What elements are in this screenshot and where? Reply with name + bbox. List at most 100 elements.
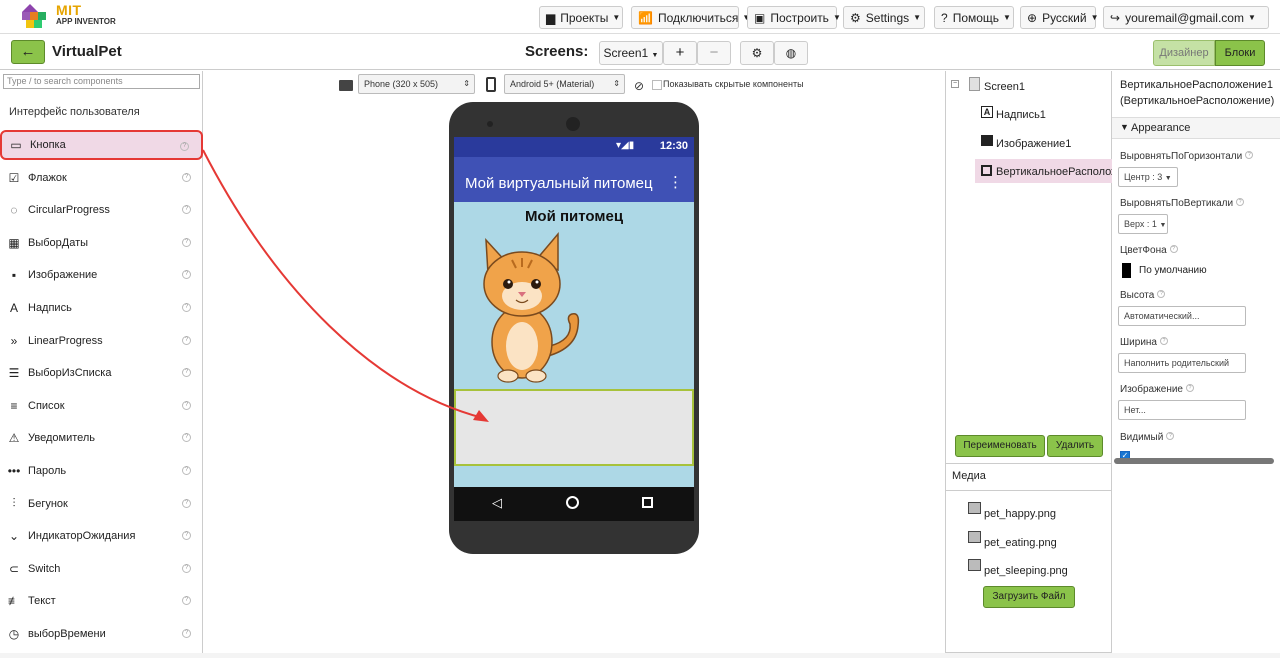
height-input[interactable]: Автоматический...	[1118, 306, 1246, 326]
nav-back-icon[interactable]: ◁	[492, 495, 502, 511]
phone-speaker	[566, 117, 580, 131]
properties-scrollbar[interactable]	[1114, 458, 1274, 464]
menu-connect[interactable]: 📶Подключиться▼	[631, 6, 750, 29]
updown-icon: ⇕	[613, 79, 620, 88]
palette-item-1[interactable]: ▭ Кнопка?	[0, 130, 203, 160]
preview-button[interactable]: ◍	[774, 41, 808, 65]
menu-help[interactable]: ? Помощь ▼	[934, 6, 1014, 29]
palette-item-5[interactable]: ▪ Изображение?	[0, 260, 203, 290]
menu-projects[interactable]: ▆ Проекты ▼	[539, 6, 623, 29]
palette-item-16[interactable]: ◷ выборВремени?	[0, 619, 203, 649]
help-icon[interactable]: ?	[182, 400, 191, 410]
help-icon[interactable]: ?	[180, 142, 189, 151]
palette-item-11[interactable]: ••• Пароль?	[0, 456, 203, 486]
help-icon[interactable]: ?	[182, 205, 191, 215]
help-icon[interactable]: ?	[182, 629, 191, 638]
calendar-icon: ▦	[8, 235, 20, 250]
align-h-select[interactable]: Центр : 3 ▼	[1118, 167, 1178, 187]
help-icon[interactable]: ?	[182, 172, 191, 182]
palette-item-7[interactable]: » LinearProgress?	[0, 326, 203, 356]
help-icon[interactable]: ?	[182, 563, 191, 573]
help-icon[interactable]: ?	[182, 466, 191, 475]
screen-icon	[969, 77, 980, 91]
help-icon[interactable]: ?	[182, 531, 191, 541]
bgcolor-label: ЦветФона	[1120, 245, 1167, 256]
palette-item-3[interactable]: ◌ CircularProgress?	[0, 195, 203, 225]
menu-connect-label: Подключиться	[657, 10, 739, 25]
phone-size-select[interactable]: Phone (320 x 505) ⇕	[358, 74, 475, 94]
palette-item-label: ВыборДаты	[28, 236, 89, 249]
media-title: Медиа	[952, 470, 986, 482]
tree-item-vertical-arrangement: ВертикальноеРасположение1	[996, 166, 1112, 178]
help-icon[interactable]: ?	[182, 433, 191, 443]
tree-root-screen1[interactable]: Screen1	[984, 81, 1025, 93]
theme-value: Android 5+ (Material)	[510, 79, 595, 89]
help-icon[interactable]: ?	[1157, 290, 1166, 298]
palette-item-12[interactable]: ⫶ Бегунок?	[0, 489, 203, 519]
palette-item-2[interactable]: ☑ Флажок?	[0, 163, 203, 193]
help-icon[interactable]: ?	[182, 596, 191, 606]
add-screen-button[interactable]: +	[663, 41, 697, 65]
nav-home-icon[interactable]	[566, 496, 579, 509]
upload-file-button[interactable]: Загрузить Файл	[983, 586, 1075, 608]
project-properties-button[interactable]: ⚙	[740, 41, 774, 65]
align-h-label: ВыровнятьПоГоризонтали	[1120, 151, 1243, 162]
palette-section-title[interactable]: Интерфейс пользователя	[9, 106, 140, 118]
tree-item-image1[interactable]: Изображение1	[996, 138, 1071, 150]
rename-button[interactable]: Переименовать	[955, 435, 1045, 457]
palette-item-8[interactable]: ☰ ВыборИзСписка?	[0, 358, 203, 388]
designer-button[interactable]: Дизайнер	[1153, 40, 1215, 66]
media-file-item[interactable]: pet_eating.png	[984, 537, 1057, 549]
align-h-value: Центр : 3	[1124, 172, 1163, 182]
screen-select-value: Screen1	[603, 46, 649, 60]
back-button[interactable]: ←	[11, 40, 45, 64]
align-v-select[interactable]: Верх : 1 ▼	[1118, 214, 1168, 234]
menu-build[interactable]: ▣ Построить ▼	[747, 6, 841, 29]
help-icon[interactable]: ?	[1169, 245, 1178, 253]
mit-app-inventor-logo[interactable]: MIT APP INVENTOR	[20, 2, 130, 30]
palette-item-9[interactable]: ≡ Список?	[0, 391, 203, 421]
image-prop-input[interactable]: Нет...	[1118, 400, 1246, 420]
help-icon[interactable]: ?	[1186, 384, 1194, 392]
component-search-input[interactable]: Type / to search components	[3, 74, 200, 89]
menu-account-label: youremail@gmail.com	[1125, 10, 1244, 25]
delete-button[interactable]: Удалить	[1047, 435, 1103, 457]
tree-item-selected-row[interactable]: ВертикальноеРасположение1	[975, 159, 1112, 183]
blocks-button[interactable]: Блоки	[1215, 40, 1265, 66]
palette-item-15[interactable]: ≢ Текст?	[0, 586, 203, 616]
menu-settings[interactable]: ⚙ Settings ▼	[843, 6, 925, 29]
help-icon[interactable]: ?	[182, 498, 191, 508]
theme-select[interactable]: Android 5+ (Material) ⇕	[504, 74, 625, 94]
help-icon[interactable]: ?	[182, 368, 191, 378]
palette-item-14[interactable]: ⊂ Switch?	[0, 554, 203, 584]
collapse-tree-icon[interactable]: −	[951, 80, 959, 88]
palette-item-10[interactable]: ⚠ Уведомитель?	[0, 423, 203, 453]
screen-select[interactable]: Screen1 ▼	[599, 41, 663, 65]
help-icon[interactable]: ?	[182, 270, 191, 280]
palette-item-4[interactable]: ▦ ВыборДаты?	[0, 228, 203, 258]
help-icon[interactable]: ?	[1245, 151, 1254, 159]
listview-icon: ≡	[10, 398, 18, 413]
help-icon[interactable]: ?	[182, 303, 191, 312]
media-file-item[interactable]: pet_happy.png	[984, 508, 1056, 520]
bgcolor-value[interactable]: По умолчанию	[1139, 265, 1207, 276]
bgcolor-swatch[interactable]	[1122, 263, 1131, 278]
help-icon[interactable]: ?	[1166, 432, 1175, 440]
palette-item-6[interactable]: A Надпись?	[0, 293, 203, 323]
menu-language[interactable]: ⊕ Русский ▼	[1020, 6, 1099, 29]
palette-item-label: ВыборИзСписка	[28, 367, 112, 380]
help-icon[interactable]: ?	[1236, 198, 1245, 206]
overflow-menu-icon[interactable]: ⋮	[668, 173, 683, 191]
appearance-section-header[interactable]: ▼ Appearance	[1112, 117, 1280, 139]
menu-account[interactable]: ↪ youremail@gmail.com ▼	[1103, 6, 1269, 29]
help-icon[interactable]: ?	[182, 335, 191, 345]
media-file-item[interactable]: pet_sleeping.png	[984, 565, 1068, 577]
show-hidden-checkbox[interactable]	[652, 80, 662, 90]
help-icon[interactable]: ?	[182, 237, 191, 247]
width-input[interactable]: Наполнить родительский	[1118, 353, 1246, 373]
remove-screen-button[interactable]: −	[697, 41, 731, 65]
palette-item-13[interactable]: ⌄ ИндикаторОжидания?	[0, 521, 203, 551]
nav-recent-icon[interactable]	[642, 497, 653, 508]
help-icon[interactable]: ?	[1159, 337, 1168, 345]
tree-item-label1[interactable]: Надпись1	[996, 109, 1046, 121]
